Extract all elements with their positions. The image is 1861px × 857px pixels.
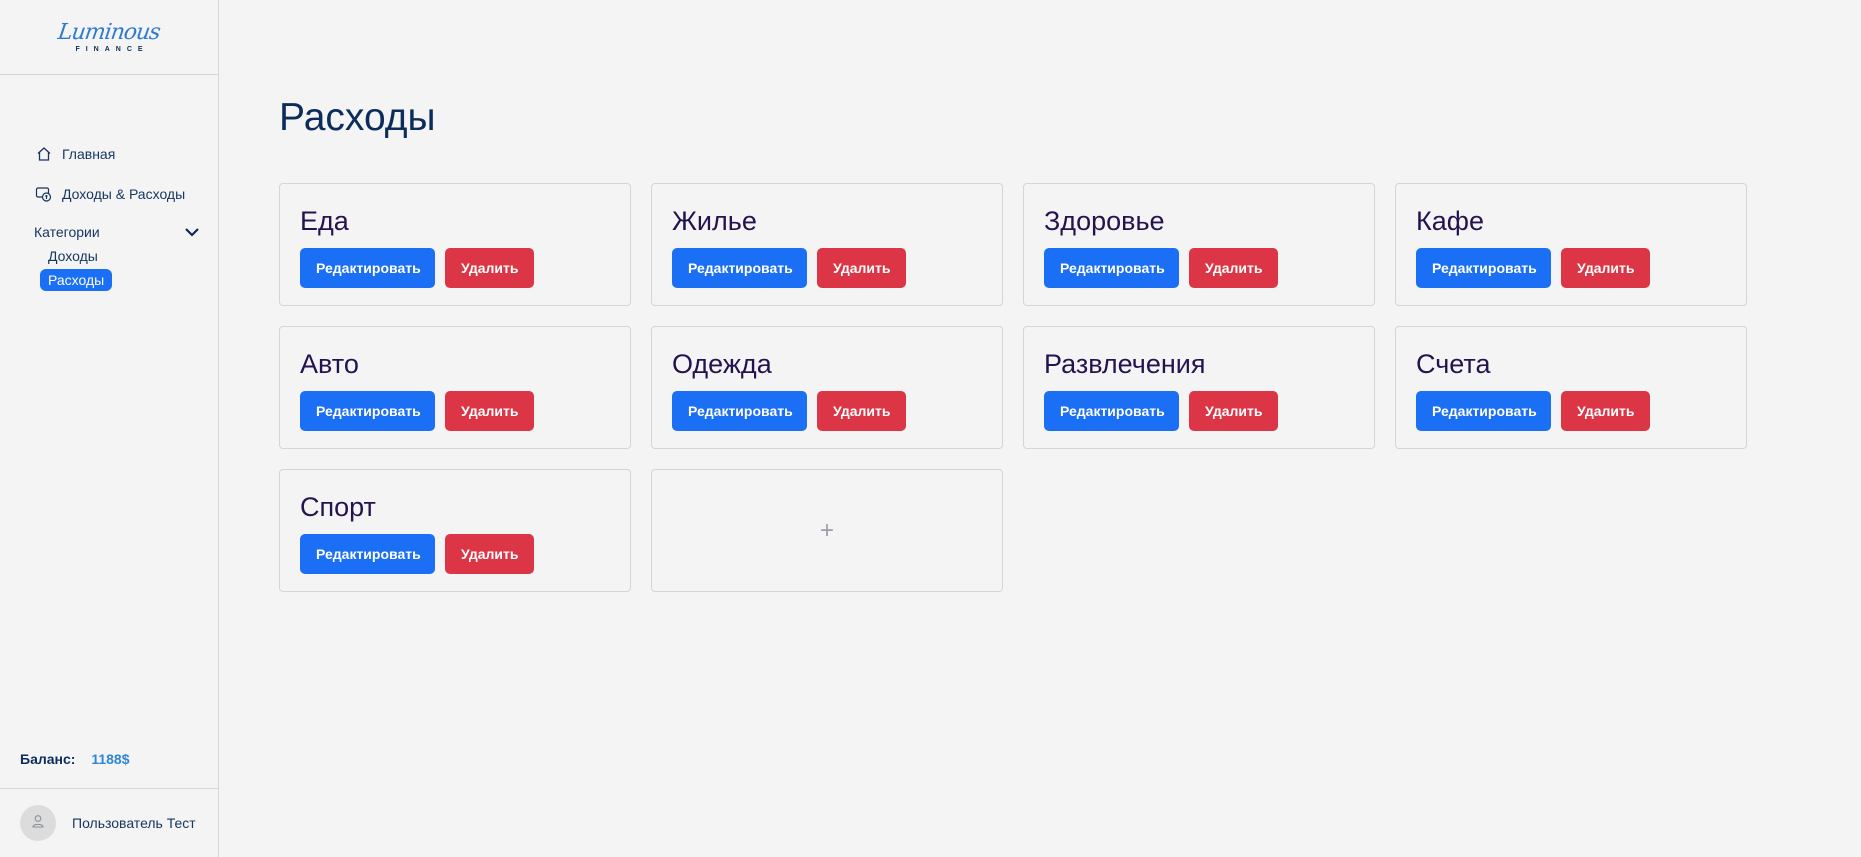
logo[interactable]: Luminous FINANCE: [56, 19, 162, 53]
category-title: Развлечения: [1044, 349, 1206, 379]
user-icon: [31, 814, 45, 833]
category-title: Еда: [300, 206, 349, 236]
category-card: Жилье Редактировать Удалить: [651, 183, 1003, 306]
category-title: Кафе: [1416, 206, 1484, 236]
balance-value: 1188$: [91, 751, 130, 767]
logo-area: Luminous FINANCE: [0, 0, 218, 75]
money-exchange-icon: [34, 185, 54, 203]
delete-button[interactable]: Удалить: [817, 391, 906, 431]
category-card: Одежда Редактировать Удалить: [651, 326, 1003, 449]
delete-button[interactable]: Удалить: [445, 248, 534, 288]
edit-button[interactable]: Редактировать: [1044, 391, 1179, 431]
delete-button[interactable]: Удалить: [1561, 391, 1650, 431]
delete-button[interactable]: Удалить: [1189, 248, 1278, 288]
category-card: Счета Редактировать Удалить: [1395, 326, 1747, 449]
category-title: Жилье: [672, 206, 757, 236]
category-card: Авто Редактировать Удалить: [279, 326, 631, 449]
edit-button[interactable]: Редактировать: [300, 391, 435, 431]
sidebar-categories-subnav: Доходы Расходы: [34, 245, 204, 293]
delete-button[interactable]: Удалить: [1189, 391, 1278, 431]
chevron-down-icon: [184, 224, 200, 240]
edit-button[interactable]: Редактировать: [1416, 248, 1551, 288]
edit-button[interactable]: Редактировать: [1416, 391, 1551, 431]
delete-button[interactable]: Удалить: [445, 391, 534, 431]
sidebar-categories-label: Категории: [34, 224, 100, 240]
category-title: Одежда: [672, 349, 772, 379]
category-card: Развлечения Редактировать Удалить: [1023, 326, 1375, 449]
sidebar-item-income[interactable]: Доходы: [40, 245, 106, 267]
sidebar-item-home[interactable]: Главная: [34, 143, 204, 165]
user-name: Пользователь Тест: [72, 815, 196, 831]
home-icon: [34, 145, 54, 163]
category-card: Кафе Редактировать Удалить: [1395, 183, 1747, 306]
sidebar-categories-toggle[interactable]: Категории: [34, 221, 204, 243]
sidebar-item-expenses[interactable]: Расходы: [40, 269, 113, 291]
sidebar: Luminous FINANCE Главная Доходы & Расход…: [0, 0, 219, 857]
category-card: Еда Редактировать Удалить: [279, 183, 631, 306]
sidebar-nav: Главная Доходы & Расходы Категории Доход…: [34, 143, 204, 293]
logo-script: Luminous: [56, 19, 162, 45]
category-grid: Еда Редактировать Удалить Жилье Редактир…: [279, 183, 1747, 592]
category-title: Здоровье: [1044, 206, 1165, 236]
user-profile[interactable]: Пользователь Тест: [0, 788, 219, 857]
category-card: Спорт Редактировать Удалить: [279, 469, 631, 592]
balance: Баланс: 1188$: [20, 751, 130, 767]
edit-button[interactable]: Редактировать: [300, 248, 435, 288]
category-card: Здоровье Редактировать Удалить: [1023, 183, 1375, 306]
avatar: [20, 805, 56, 841]
delete-button[interactable]: Удалить: [445, 534, 534, 574]
edit-button[interactable]: Редактировать: [300, 534, 435, 574]
delete-button[interactable]: Удалить: [817, 248, 906, 288]
sidebar-item-label: Доходы & Расходы: [62, 186, 186, 202]
sidebar-item-label: Главная: [62, 146, 116, 162]
category-title: Счета: [1416, 349, 1491, 379]
category-title: Авто: [300, 349, 359, 379]
delete-button[interactable]: Удалить: [1561, 248, 1650, 288]
page-title: Расходы: [279, 96, 436, 139]
balance-label: Баланс:: [20, 751, 76, 767]
edit-button[interactable]: Редактировать: [672, 391, 807, 431]
add-category-button[interactable]: +: [651, 469, 1003, 592]
edit-button[interactable]: Редактировать: [1044, 248, 1179, 288]
plus-icon: +: [819, 516, 834, 544]
logo-subtitle: FINANCE: [75, 45, 149, 53]
category-title: Спорт: [300, 492, 376, 522]
sidebar-item-income-expenses[interactable]: Доходы & Расходы: [34, 183, 204, 205]
edit-button[interactable]: Редактировать: [672, 248, 807, 288]
app: Luminous FINANCE Главная Доходы & Расход…: [0, 0, 1861, 857]
